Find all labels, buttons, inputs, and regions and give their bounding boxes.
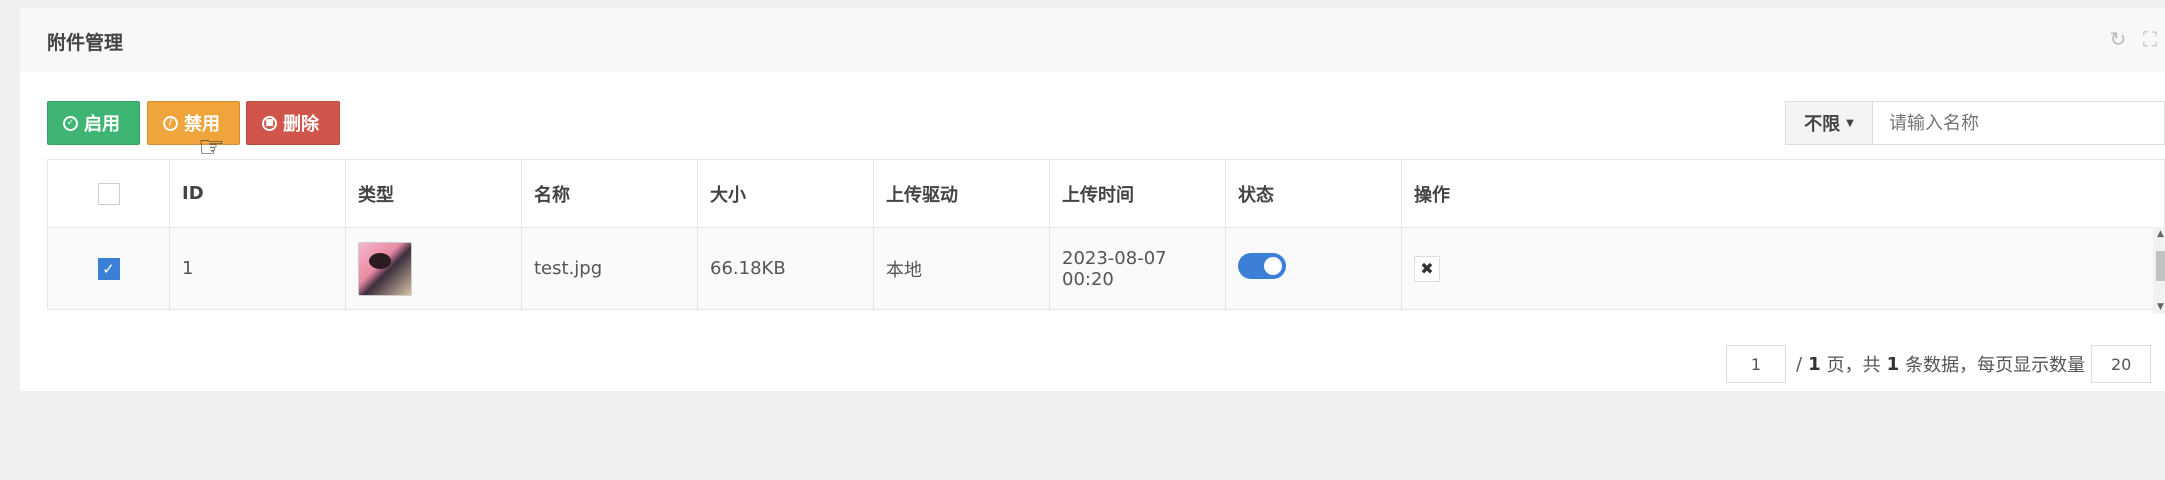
table-scrollbar[interactable]: ▲ ▼: [2153, 227, 2165, 314]
attachment-panel: 附件管理 ↻ ⛶ ✓ 启用 / 禁用 ■ 删除 ☞ 不限 ▼ ID 类型 名称: [20, 8, 2165, 391]
page-size-input[interactable]: [2091, 345, 2152, 383]
row-time: 2023-08-07 00:20: [1049, 227, 1226, 310]
delete-row-button[interactable]: ✖: [1414, 255, 1440, 282]
row-status: [1225, 227, 1402, 310]
stop-circle-icon: ■: [262, 115, 277, 131]
select-all-checkbox[interactable]: [97, 182, 120, 205]
panel-title: 附件管理: [47, 32, 124, 54]
status-toggle[interactable]: [1238, 253, 1286, 279]
name-search-input[interactable]: [1873, 102, 2164, 144]
scroll-thumb[interactable]: [2156, 251, 2165, 281]
col-size[interactable]: 大小: [697, 159, 874, 228]
caret-down-icon: ▼: [1846, 117, 1854, 129]
scroll-down-icon[interactable]: ▼: [2157, 302, 2164, 312]
total-pages: 1: [1808, 353, 1821, 375]
col-id[interactable]: ID: [169, 159, 346, 228]
page-number-input[interactable]: [1726, 345, 1786, 383]
col-type[interactable]: 类型: [345, 159, 522, 228]
total-records: 1: [1886, 353, 1900, 375]
delete-button[interactable]: ■ 删除: [246, 101, 340, 145]
attachment-table: ID 类型 名称 大小 上传驱动 上传时间 状态 操作 ✓ 1 test.jpg: [47, 159, 2165, 310]
ban-icon: /: [163, 115, 178, 131]
disable-button[interactable]: / 禁用: [147, 101, 240, 145]
row-size: 66.18KB: [697, 227, 874, 310]
fullscreen-icon[interactable]: ⛶: [2139, 28, 2161, 50]
filter-select[interactable]: 不限 ▼: [1786, 102, 1873, 144]
scroll-up-icon[interactable]: ▲: [2157, 229, 2164, 239]
image-thumbnail[interactable]: [358, 241, 412, 296]
row-select-cell: ✓: [47, 227, 170, 310]
col-driver[interactable]: 上传驱动: [873, 159, 1050, 228]
row-name: test.jpg: [521, 227, 698, 310]
row-checkbox[interactable]: ✓: [97, 257, 120, 280]
enable-button-label: 启用: [84, 114, 120, 135]
pagination: / 1 页，共 1 条数据，每页显示数量: [1726, 344, 2152, 384]
table-row: ✓ 1 test.jpg 66.18KB 本地 2023-08-07 00:20…: [47, 227, 2165, 310]
row-actions: ✖: [1401, 227, 2165, 310]
row-driver: 本地: [873, 227, 1050, 310]
filter-select-value: 不限: [1804, 114, 1841, 135]
records-suffix-text: 条数据，每页显示数量: [1905, 355, 2086, 376]
page-separator: /: [1796, 353, 1803, 375]
enable-button[interactable]: ✓ 启用: [47, 101, 140, 145]
refresh-icon[interactable]: ↻: [2107, 28, 2129, 50]
page-unit-text: 页，共: [1826, 355, 1881, 376]
col-name[interactable]: 名称: [521, 159, 698, 228]
check-circle-icon: ✓: [63, 115, 78, 131]
panel-header: 附件管理 ↻ ⛶: [20, 8, 2165, 72]
search-filter: 不限 ▼: [1785, 101, 2165, 145]
col-actions: 操作: [1401, 159, 2165, 228]
delete-button-label: 删除: [283, 114, 319, 135]
col-time[interactable]: 上传时间: [1049, 159, 1226, 228]
table-header-row: ID 类型 名称 大小 上传驱动 上传时间 状态 操作: [47, 159, 2165, 228]
row-id: 1: [169, 227, 346, 310]
row-type: [345, 227, 522, 310]
col-status[interactable]: 状态: [1225, 159, 1402, 228]
toggle-knob: [1264, 257, 1282, 275]
select-all-cell: [47, 159, 170, 228]
